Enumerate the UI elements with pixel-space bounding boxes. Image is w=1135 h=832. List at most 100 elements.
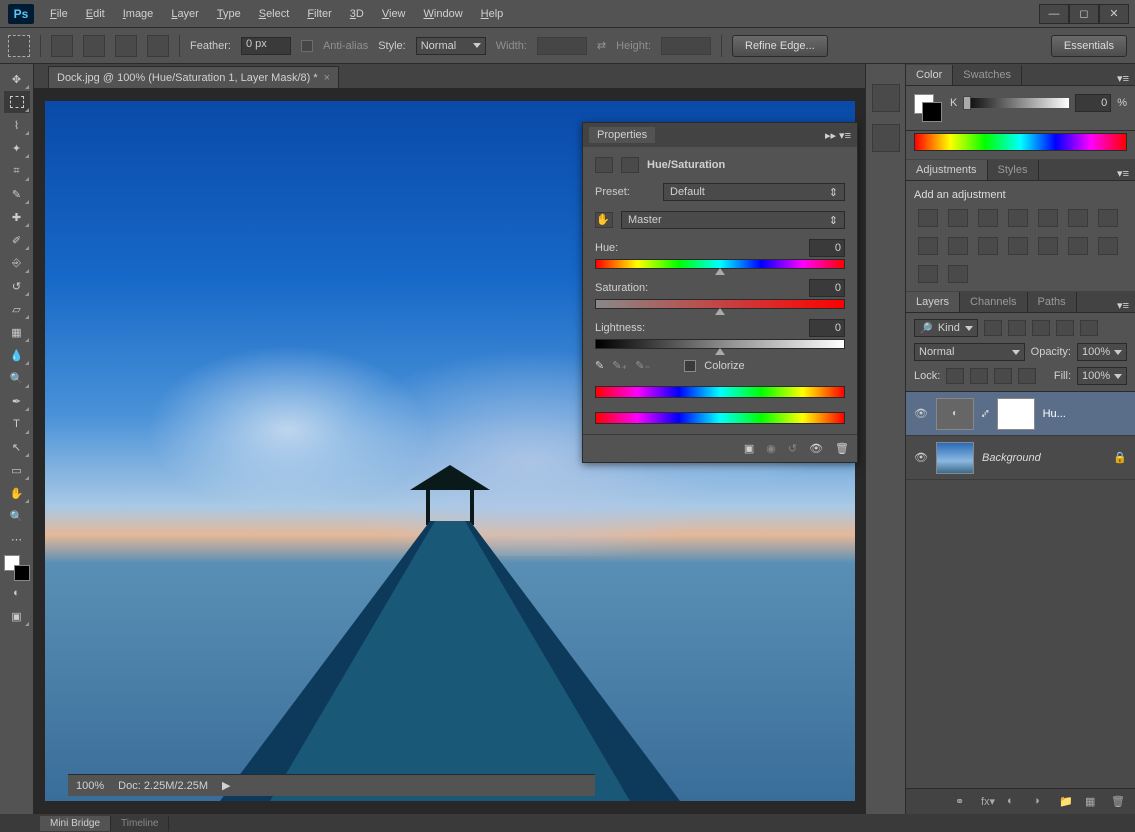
screen-mode[interactable]: ▣ [4, 605, 30, 627]
posterize-icon[interactable] [1068, 237, 1088, 255]
lock-pos-icon[interactable] [994, 368, 1012, 384]
fg-bg-color[interactable] [4, 555, 30, 581]
toggle-visibility-icon[interactable]: 👁 [809, 442, 823, 455]
hand-scrubber-icon[interactable]: ✋ [595, 212, 613, 228]
invert-icon[interactable] [1038, 237, 1058, 255]
curves-icon[interactable] [978, 209, 998, 227]
reset-icon[interactable]: ↺ [788, 442, 797, 455]
lock-trans-icon[interactable] [946, 368, 964, 384]
brightness-icon[interactable] [918, 209, 938, 227]
hue-sat-icon[interactable] [1068, 209, 1088, 227]
new-layer-icon[interactable]: ▦ [1085, 795, 1101, 809]
mini-bridge-tab[interactable]: Mini Bridge [40, 816, 111, 831]
gradient-map-icon[interactable] [918, 265, 938, 283]
dodge-tool[interactable]: 🔍 [4, 367, 30, 389]
quick-mask[interactable]: ◐ [4, 582, 30, 604]
layer-filter-dropdown[interactable]: 🔎Kind [914, 319, 978, 337]
fill-input[interactable]: 100% [1077, 367, 1127, 385]
brush-tool[interactable]: ✐ [4, 229, 30, 251]
lock-pixel-icon[interactable] [970, 368, 988, 384]
menu-filter[interactable]: Filter [299, 4, 339, 24]
threshold-icon[interactable] [1098, 237, 1118, 255]
menu-type[interactable]: Type [209, 4, 249, 24]
edit-toolbar[interactable]: ⋯ [4, 528, 30, 550]
menu-file[interactable]: File [42, 4, 76, 24]
selective-color-icon[interactable] [948, 265, 968, 283]
document-tab[interactable]: Dock.jpg @ 100% (Hue/Saturation 1, Layer… [48, 66, 339, 88]
lightness-value[interactable]: 0 [809, 319, 845, 337]
hue-value[interactable]: 0 [809, 239, 845, 257]
saturation-slider[interactable] [595, 299, 845, 309]
channel-dropdown[interactable]: Master⇕ [621, 211, 845, 229]
refine-edge-button[interactable]: Refine Edge... [732, 35, 828, 57]
lasso-tool[interactable]: ⌇ [4, 114, 30, 136]
adjustments-tab[interactable]: Adjustments [906, 160, 988, 180]
panel-menu-icon[interactable]: ▾≡ [1111, 167, 1135, 180]
close-tab-icon[interactable]: × [324, 72, 330, 84]
panel-menu-icon[interactable]: ▾≡ [1111, 72, 1135, 85]
wand-tool[interactable]: ✦ [4, 137, 30, 159]
eraser-tool[interactable]: ▱ [4, 298, 30, 320]
stamp-tool[interactable]: ⎆ [4, 252, 30, 274]
color-chip[interactable] [914, 94, 942, 122]
hand-tool[interactable]: ✋ [4, 482, 30, 504]
type-tool[interactable]: T [4, 413, 30, 435]
style-dropdown[interactable]: Normal [416, 37, 486, 55]
selection-subtract-icon[interactable] [115, 35, 137, 57]
healing-tool[interactable]: ✚ [4, 206, 30, 228]
selection-new-icon[interactable] [51, 35, 73, 57]
move-tool[interactable]: ✥ [4, 68, 30, 90]
blend-mode-dropdown[interactable]: Normal [914, 343, 1025, 361]
shape-tool[interactable]: ▭ [4, 459, 30, 481]
mask-type-icon[interactable] [621, 157, 639, 173]
levels-icon[interactable] [948, 209, 968, 227]
marquee-tool-icon[interactable] [8, 35, 30, 57]
eyedropper-tool[interactable]: ✎ [4, 183, 30, 205]
channels-tab[interactable]: Channels [960, 292, 1027, 312]
paths-tab[interactable]: Paths [1028, 292, 1077, 312]
timeline-tab[interactable]: Timeline [111, 816, 169, 831]
preset-dropdown[interactable]: Default⇕ [663, 183, 845, 201]
menu-image[interactable]: Image [115, 4, 162, 24]
menu-view[interactable]: View [374, 4, 414, 24]
zoom-tool[interactable]: 🔍 [4, 505, 30, 527]
filter-smart-icon[interactable] [1080, 320, 1098, 336]
menu-layer[interactable]: Layer [163, 4, 207, 24]
blur-tool[interactable]: 💧 [4, 344, 30, 366]
path-tool[interactable]: ↖ [4, 436, 30, 458]
photo-filter-icon[interactable] [948, 237, 968, 255]
exposure-icon[interactable] [1008, 209, 1028, 227]
color-range-bar-top[interactable] [595, 386, 845, 398]
feather-input[interactable]: 0 px [241, 37, 291, 55]
fx-icon[interactable]: fx▾ [981, 795, 997, 809]
delete-adjustment-icon[interactable]: 🗑 [835, 442, 849, 455]
selection-add-icon[interactable] [83, 35, 105, 57]
styles-tab[interactable]: Styles [988, 160, 1039, 180]
filter-type-icon[interactable] [1032, 320, 1050, 336]
clip-to-layer-icon[interactable]: ▣ [744, 442, 754, 455]
menu-3d[interactable]: 3D [342, 4, 372, 24]
properties-tab[interactable]: Properties [589, 127, 655, 143]
view-previous-icon[interactable]: ◉ [766, 442, 776, 455]
colorize-checkbox[interactable] [684, 360, 696, 372]
mask-thumb[interactable] [997, 398, 1035, 430]
panel-menu-icon[interactable]: ▾≡ [1111, 299, 1135, 312]
color-tab[interactable]: Color [906, 65, 953, 85]
color-spectrum[interactable] [914, 133, 1127, 151]
menu-window[interactable]: Window [416, 4, 471, 24]
filter-pixel-icon[interactable] [984, 320, 1002, 336]
filter-shape-icon[interactable] [1056, 320, 1074, 336]
opacity-input[interactable]: 100% [1077, 343, 1127, 361]
lightness-slider[interactable] [595, 339, 845, 349]
menu-edit[interactable]: Edit [78, 4, 113, 24]
saturation-value[interactable]: 0 [809, 279, 845, 297]
zoom-level[interactable]: 100% [76, 780, 104, 792]
menu-help[interactable]: Help [473, 4, 512, 24]
color-balance-icon[interactable] [1098, 209, 1118, 227]
lock-all-icon[interactable] [1018, 368, 1036, 384]
history-brush-tool[interactable]: ↺ [4, 275, 30, 297]
filter-adjust-icon[interactable] [1008, 320, 1026, 336]
visibility-icon[interactable]: 👁 [914, 451, 928, 465]
close-button[interactable]: ✕ [1099, 4, 1129, 24]
k-slider[interactable] [963, 98, 1069, 108]
